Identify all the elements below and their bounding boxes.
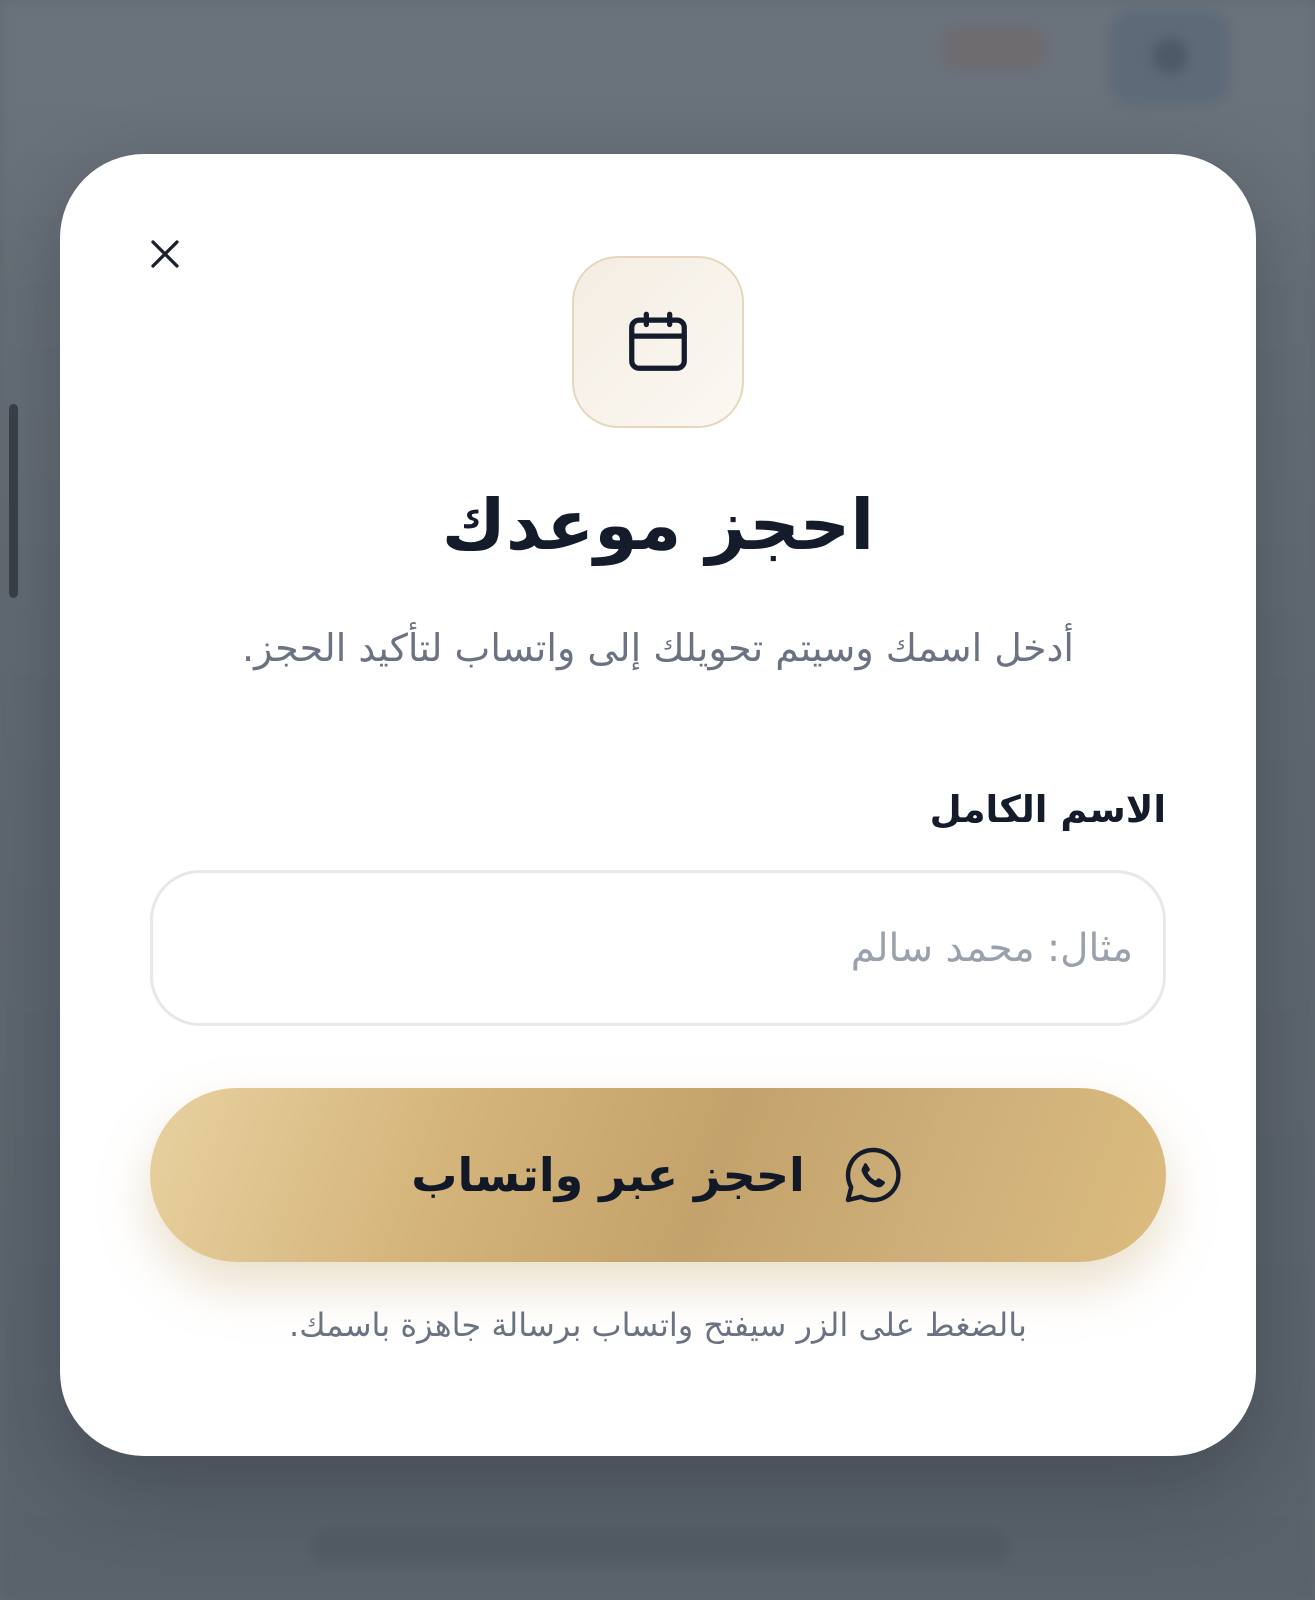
full-name-input[interactable] — [150, 870, 1166, 1026]
calendar-icon — [629, 311, 687, 371]
whatsapp-note: بالضغط على الزر سيفتح واتساب برسالة جاهز… — [289, 1306, 1027, 1344]
full-name-label: الاسم الكامل — [929, 788, 1166, 831]
background-footer — [310, 1530, 1010, 1564]
close-icon — [151, 240, 179, 268]
book-button-label: احجز عبر واتساب — [411, 1148, 805, 1202]
scrollbar-thumb[interactable] — [9, 404, 18, 598]
close-button[interactable] — [135, 224, 195, 284]
background-header — [0, 0, 1315, 110]
background-badge — [945, 28, 1045, 68]
whatsapp-icon — [841, 1143, 905, 1207]
book-via-whatsapp-button[interactable]: احجز عبر واتساب — [150, 1088, 1166, 1262]
booking-modal: احجز موعدك أدخل اسمك وسيتم تحويلك إلى وا… — [60, 154, 1256, 1456]
calendar-icon-tile — [572, 256, 744, 428]
modal-subtitle: أدخل اسمك وسيتم تحويلك إلى واتساب لتأكيد… — [242, 626, 1074, 670]
background-avatar — [1110, 10, 1230, 105]
modal-title: احجز موعدك — [441, 484, 875, 566]
